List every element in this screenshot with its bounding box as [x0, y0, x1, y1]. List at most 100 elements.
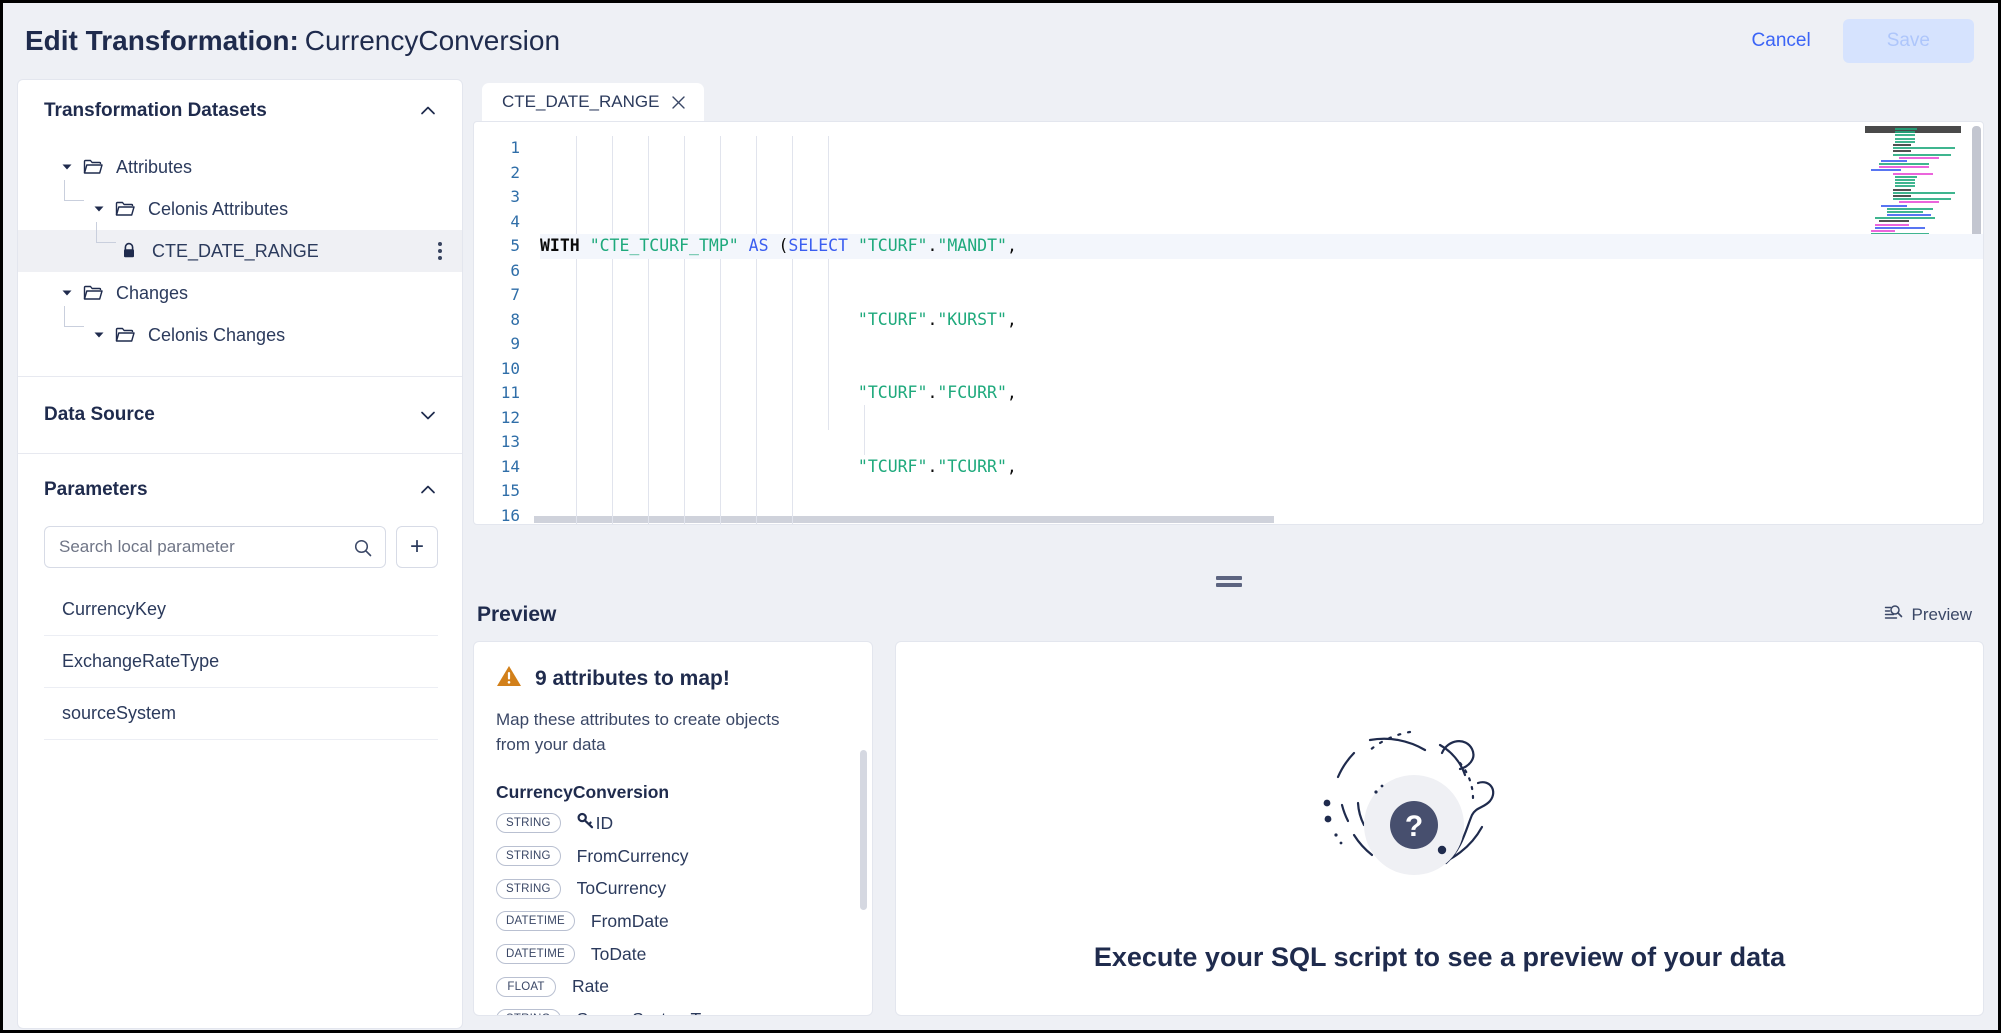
- transformation-datasets-header[interactable]: Transformation Datasets: [18, 80, 462, 142]
- attribute-name: ID: [577, 812, 613, 834]
- run-preview-button[interactable]: Preview: [1880, 597, 1976, 633]
- list-item[interactable]: ExchangeRateType: [44, 636, 438, 688]
- tab-label: CTE_DATE_RANGE: [502, 92, 660, 111]
- list-item[interactable]: CurrencyKey: [44, 584, 438, 636]
- code-line: "TCURF"."FCURR",: [857, 383, 1017, 402]
- code-text-area[interactable]: WITH "CTE_TCURF_TMP" AS (SELECT "TCURF".…: [534, 122, 1983, 524]
- attributes-description: Map these attributes to create objects f…: [496, 710, 780, 754]
- app-header: Edit Transformation: CurrencyConversion C…: [3, 3, 1998, 79]
- tree-connector: [96, 222, 116, 243]
- parameter-search-row: +: [18, 526, 462, 568]
- attributes-to-map-card: 9 attributes to map! Map these attribute…: [473, 641, 873, 1016]
- editor-tabbar: CTE_DATE_RANGE: [473, 79, 1984, 121]
- tree-item-label: Celonis Changes: [148, 324, 286, 345]
- attribute-label: FromCurrency: [576, 845, 689, 866]
- chevron-up-icon[interactable]: [418, 101, 438, 121]
- empty-state-message: Execute your SQL script to see a preview…: [1093, 941, 1786, 972]
- attribute-row[interactable]: FLOAT Rate: [496, 974, 852, 999]
- data-source-header[interactable]: Data Source: [18, 377, 462, 453]
- sql-editor-region: CTE_DATE_RANGE 123456 7 8 9 10 11 12 13 14 15 16…: [473, 79, 1984, 569]
- warning-triangle-icon: [496, 664, 522, 693]
- chevron-down-icon[interactable]: [54, 287, 80, 299]
- page-title-prefix: Edit Transformation:: [25, 25, 299, 56]
- parameters-header[interactable]: Parameters: [18, 454, 462, 526]
- code-line: "TCURF"."TCURR",: [857, 456, 1017, 476]
- list-item[interactable]: sourceSystem: [44, 688, 438, 740]
- attribute-type-badge: FLOAT: [496, 976, 556, 997]
- folder-icon: [80, 284, 106, 302]
- attribute-row[interactable]: DATETIME FromDate: [496, 909, 852, 934]
- close-icon[interactable]: [671, 95, 686, 110]
- code-scroll-area[interactable]: 123456 789101112 1314151617: [474, 122, 1983, 524]
- add-parameter-button[interactable]: +: [396, 526, 438, 568]
- edit-transformation-window: Edit Transformation: CurrencyConversion C…: [0, 0, 2001, 1033]
- folder-icon: [80, 158, 106, 176]
- more-options-icon[interactable]: [432, 236, 448, 266]
- preview-empty-state: ? Execute your SQL script to see a previ…: [895, 641, 1984, 1016]
- datasets-tree: Attributes Celonis Attributes CTE_DATE_R…: [18, 142, 462, 376]
- tree-item-celonis-attributes[interactable]: Celonis Attributes: [18, 180, 462, 230]
- chevron-down-icon[interactable]: [86, 203, 112, 215]
- tree-item-attributes[interactable]: Attributes: [18, 146, 462, 188]
- attribute-type-badge: STRING: [496, 846, 561, 867]
- code-table: 123456 789101112 1314151617: [474, 122, 1983, 524]
- chevron-down-icon[interactable]: [54, 161, 80, 173]
- folder-icon: [112, 200, 138, 218]
- transformation-datasets-title: Transformation Datasets: [44, 100, 267, 121]
- tree-connector: [64, 306, 84, 327]
- left-sidebar: Transformation Datasets Attributes Celon…: [17, 79, 463, 1029]
- tree-item-label: Changes: [116, 282, 189, 303]
- search-parameter-field[interactable]: [44, 526, 386, 568]
- page-title-subject: CurrencyConversion: [304, 25, 561, 56]
- code-line: WITH "CTE_TCURF_TMP" AS (SELECT "TCURF".…: [540, 234, 1983, 259]
- attributes-object-name: CurrencyConversion: [496, 782, 670, 802]
- attribute-label: FromDate: [590, 910, 669, 931]
- tree-item-label: Celonis Attributes: [148, 198, 289, 219]
- splitter-grip-icon[interactable]: [1215, 575, 1242, 587]
- attribute-type-badge: STRING: [496, 1009, 561, 1015]
- attribute-row[interactable]: DATETIME ToDate: [496, 942, 852, 967]
- tree-item-celonis-changes[interactable]: Celonis Changes: [18, 306, 462, 356]
- attribute-row[interactable]: STRING ToCurrency: [496, 876, 852, 901]
- preview-header: Preview Preview: [473, 589, 1984, 641]
- folder-icon: [112, 326, 138, 344]
- save-button[interactable]: Save: [1842, 19, 1974, 63]
- attributes-warning-text: 9 attributes to map!: [535, 666, 730, 690]
- tree-item-changes[interactable]: Changes: [18, 272, 462, 314]
- tree-connector: [64, 180, 84, 201]
- tree-item-label: Attributes: [116, 156, 193, 177]
- chevron-down-icon[interactable]: [418, 405, 438, 425]
- attribute-label: ToDate: [590, 943, 647, 964]
- attribute-type-badge: DATETIME: [496, 911, 575, 932]
- attribute-row[interactable]: STRING SourceSystemType: [496, 1007, 852, 1015]
- preview-icon: [1884, 603, 1903, 627]
- lock-icon: [116, 242, 142, 260]
- editor-horizontal-scrollbar[interactable]: [534, 516, 1274, 523]
- svg-text:?: ?: [1404, 810, 1422, 843]
- tree-item-cte-date-range[interactable]: CTE_DATE_RANGE: [18, 222, 462, 272]
- code-line: "TCURF"."KURST",: [857, 309, 1017, 329]
- attributes-warning: 9 attributes to map!: [496, 664, 852, 693]
- attribute-label: Rate: [572, 976, 609, 997]
- cancel-button[interactable]: Cancel: [1738, 20, 1825, 62]
- data-source-title: Data Source: [44, 404, 155, 425]
- search-icon: [353, 538, 373, 563]
- search-input[interactable]: [45, 527, 385, 567]
- preview-body: 9 attributes to map! Map these attribute…: [473, 641, 1984, 1016]
- preview-region: Preview Preview 9 attributes to map! Map…: [473, 589, 1984, 1030]
- attribute-row[interactable]: STRING FromCurrency: [496, 844, 852, 869]
- attribute-type-badge: STRING: [496, 813, 561, 834]
- tab-cte-date-range[interactable]: CTE_DATE_RANGE: [482, 83, 705, 121]
- chevron-down-icon[interactable]: [86, 329, 112, 341]
- page-title: Edit Transformation: CurrencyConversion: [25, 25, 560, 57]
- chevron-up-icon[interactable]: [418, 480, 438, 500]
- attribute-label: ToCurrency: [576, 878, 667, 899]
- parameters-list: CurrencyKey ExchangeRateType sourceSyste…: [18, 584, 462, 740]
- preview-title: Preview: [477, 603, 557, 626]
- attribute-row[interactable]: STRING ID: [496, 811, 852, 836]
- attribute-label: SourceSystemType: [577, 1009, 729, 1015]
- line-number-gutter: 123456 789101112 1314151617: [500, 138, 520, 524]
- sql-code-editor[interactable]: 123456 789101112 1314151617: [473, 121, 1984, 525]
- attributes-scrollbar[interactable]: [860, 750, 867, 910]
- header-actions: Cancel Save: [1738, 19, 1974, 63]
